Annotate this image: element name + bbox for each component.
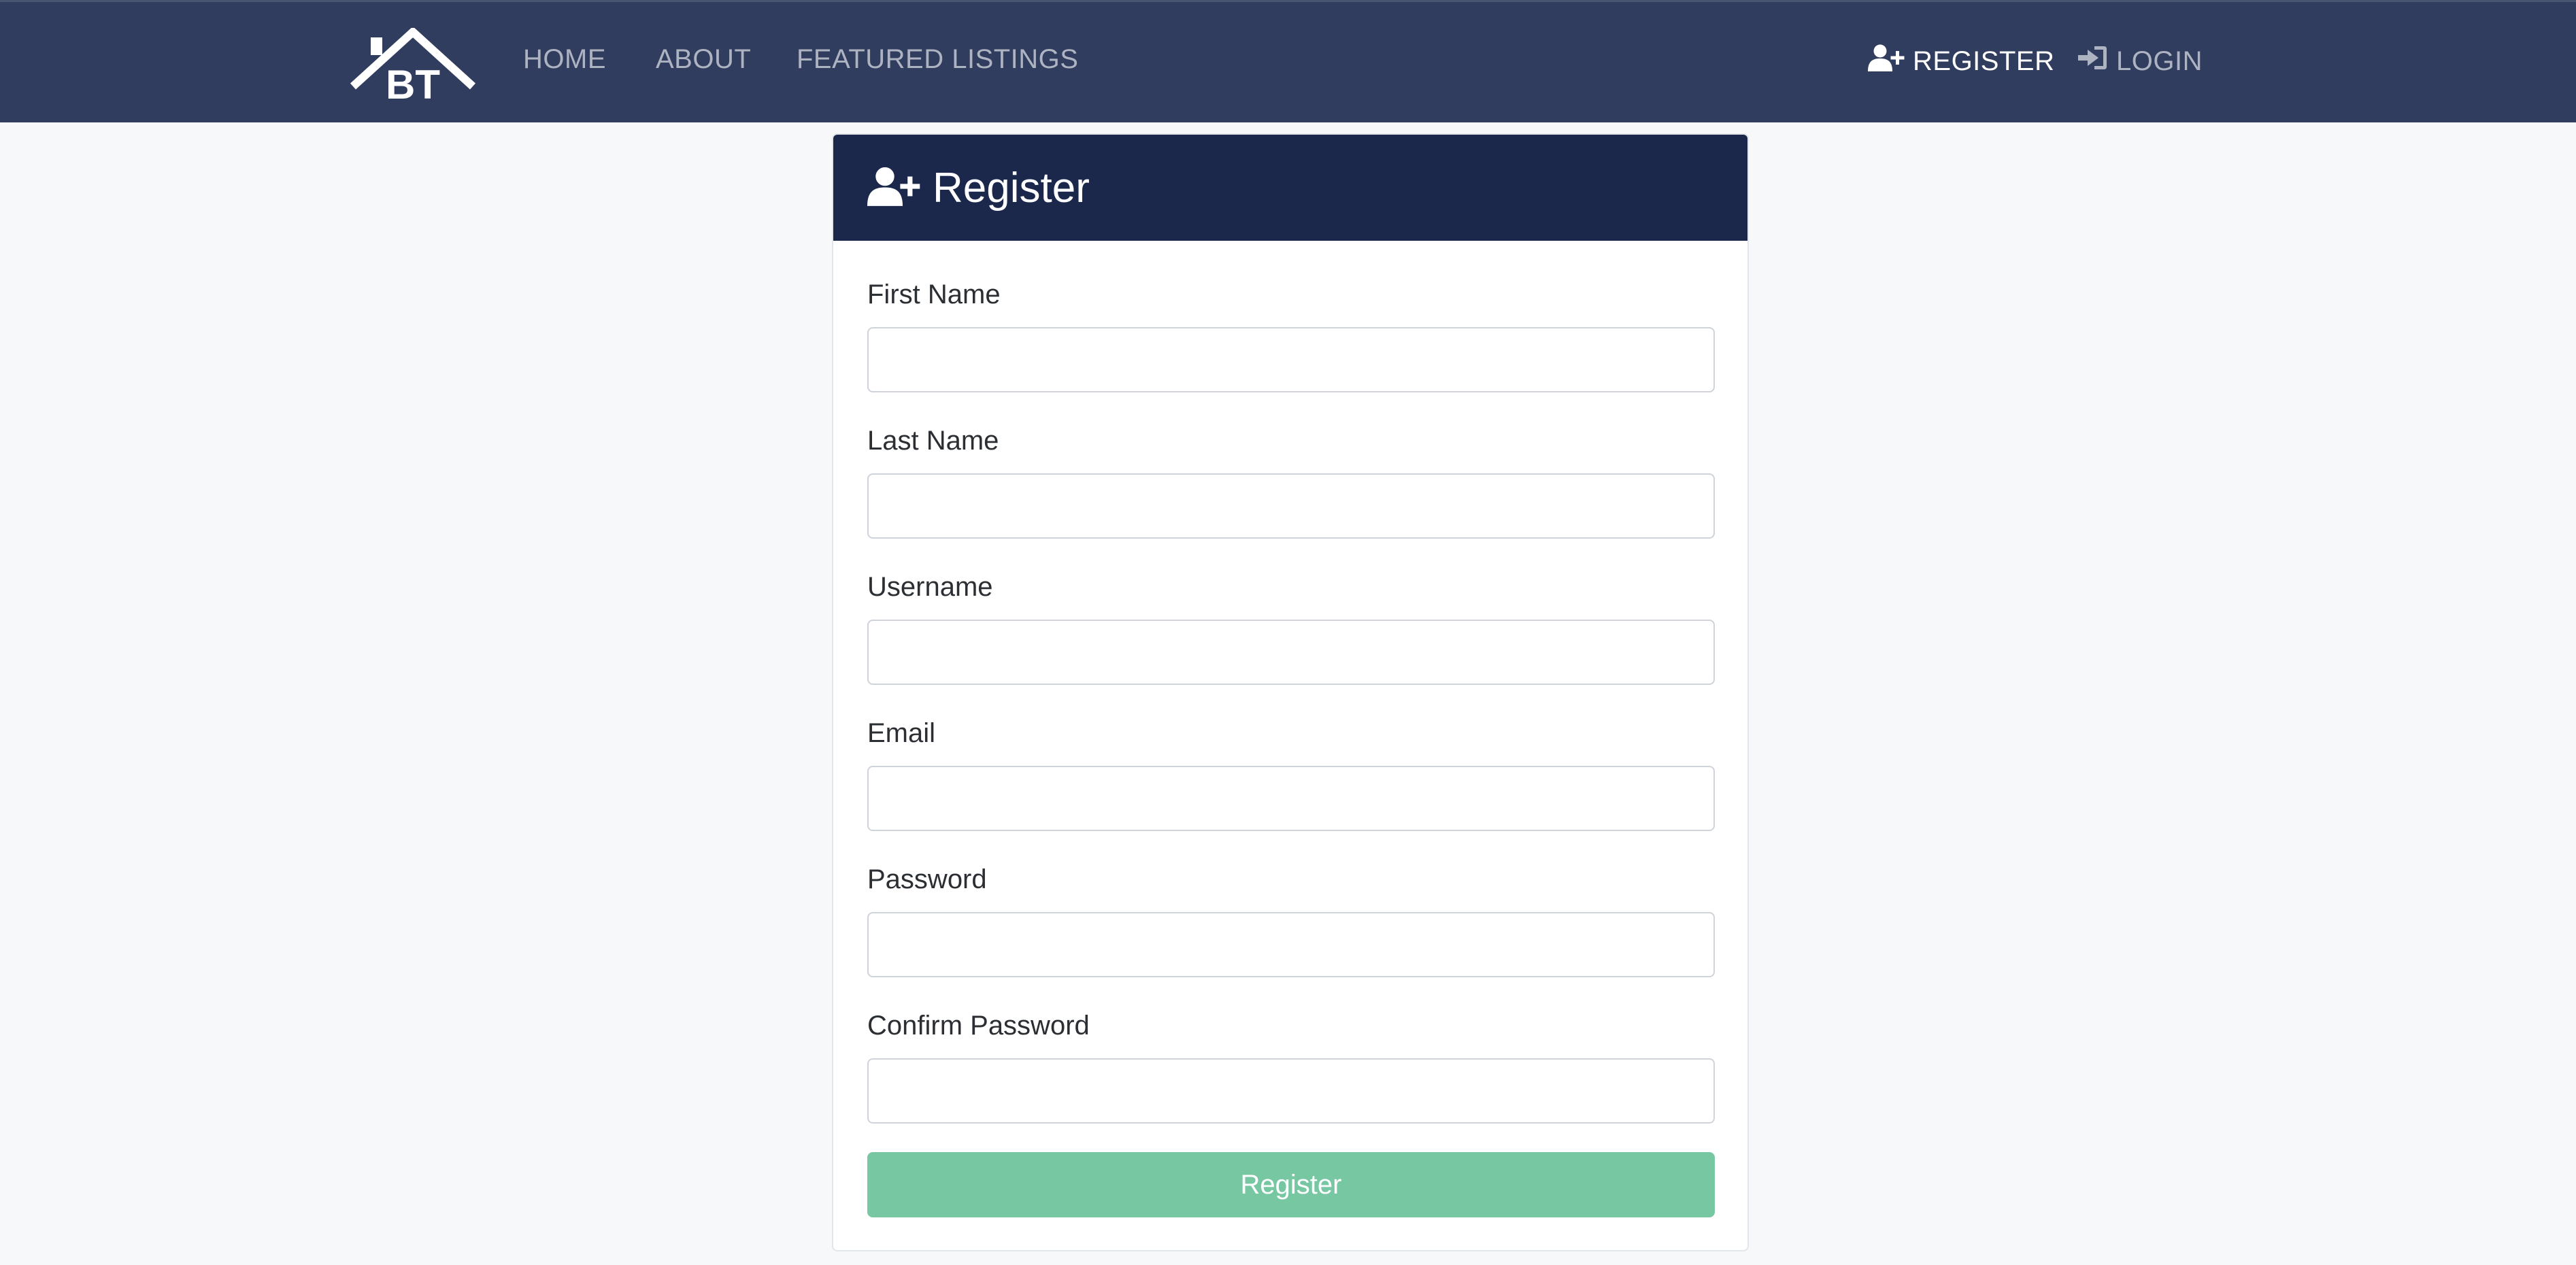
nav-featured-listings-link[interactable]: FEATURED LISTINGS	[797, 44, 1078, 75]
nav-register-label: REGISTER	[1913, 46, 2055, 76]
user-plus-icon	[867, 165, 920, 212]
register-submit-button[interactable]: Register	[867, 1152, 1715, 1217]
password-label: Password	[867, 864, 987, 894]
username-group: Username	[867, 572, 1715, 685]
password-group: Password	[867, 864, 1715, 977]
house-roof-logo-icon: BT	[350, 26, 476, 107]
last-name-input[interactable]	[867, 473, 1715, 539]
confirm-password-group: Confirm Password	[867, 1011, 1715, 1124]
confirm-password-label: Confirm Password	[867, 1011, 1090, 1041]
svg-text:BT: BT	[386, 62, 440, 103]
last-name-label: Last Name	[867, 426, 999, 456]
nav-register-link[interactable]: REGISTER	[1868, 44, 2054, 78]
sign-in-icon	[2078, 44, 2108, 78]
user-plus-icon	[1868, 44, 1905, 78]
first-name-group: First Name	[867, 280, 1715, 392]
card-header: Register	[833, 135, 1747, 241]
username-label: Username	[867, 572, 993, 602]
first-name-label: First Name	[867, 280, 1001, 309]
email-group: Email	[867, 718, 1715, 831]
password-input[interactable]	[867, 912, 1715, 977]
card-title: Register	[933, 164, 1090, 212]
first-name-input[interactable]	[867, 327, 1715, 392]
last-name-group: Last Name	[867, 426, 1715, 539]
email-input[interactable]	[867, 766, 1715, 831]
username-input[interactable]	[867, 620, 1715, 685]
email-label: Email	[867, 718, 936, 748]
confirm-password-input[interactable]	[867, 1058, 1715, 1124]
nav-about-link[interactable]: ABOUT	[656, 44, 751, 75]
register-card: Register First Name Last Name Username E…	[832, 133, 1749, 1251]
nav-login-label: LOGIN	[2116, 46, 2203, 76]
navbar: BT HOME ABOUT FEATURED LISTINGS REGISTER…	[0, 0, 2576, 122]
nav-home-link[interactable]: HOME	[523, 44, 606, 75]
brand-logo[interactable]: BT	[350, 26, 476, 107]
nav-login-link[interactable]: LOGIN	[2078, 44, 2203, 78]
